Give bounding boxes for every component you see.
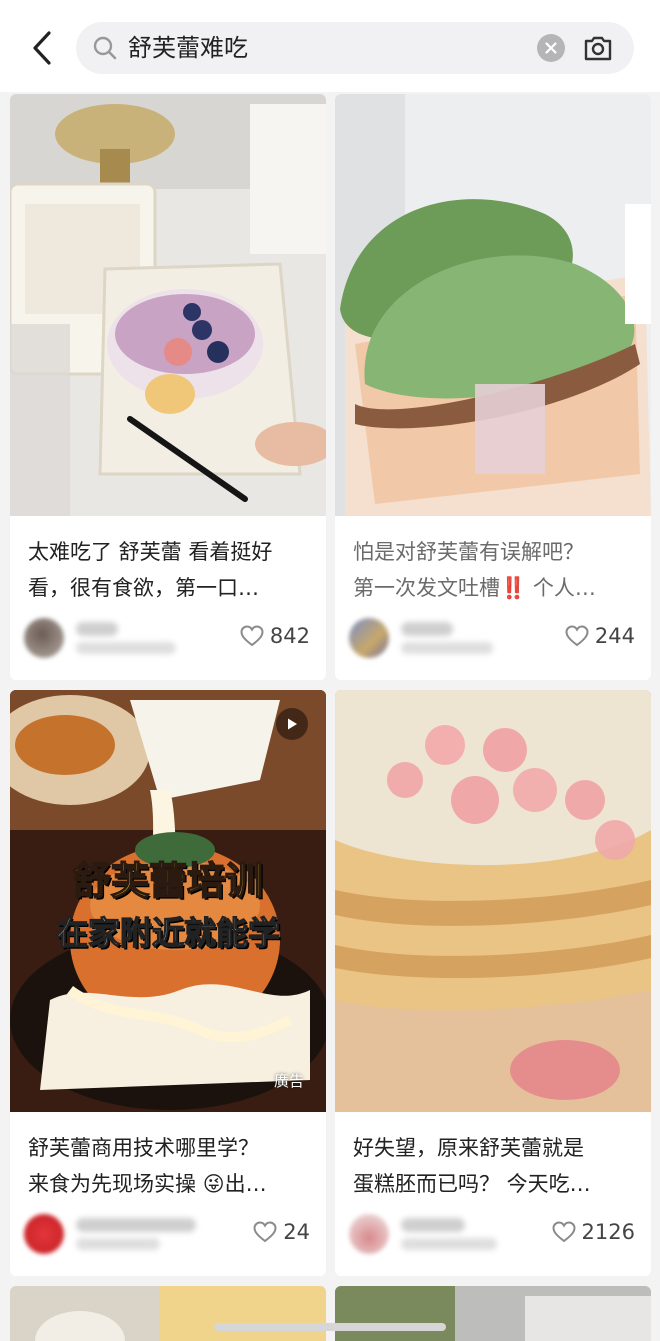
post-photo (10, 1286, 326, 1341)
avatar (349, 1214, 389, 1254)
heart-icon (552, 1221, 576, 1243)
ad-label: 廣告 (273, 1072, 304, 1090)
post-photo (335, 1286, 651, 1341)
post-card-6[interactable] (335, 1286, 651, 1341)
search-bar[interactable]: 舒芙蕾难吃 (76, 22, 634, 74)
like-count: 842 (269, 624, 310, 648)
like-button[interactable]: 24 (253, 1220, 310, 1244)
post-meta: 24 (24, 1212, 310, 1258)
avatar (24, 618, 64, 658)
author-name (401, 1218, 465, 1232)
ad-overlay-title: 舒芙蕾培训 (72, 858, 264, 904)
author-name (76, 1218, 196, 1232)
post-card-4[interactable]: 好失望，原来舒芙蕾就是 蛋糕胚而已吗？ 今天吃… 2126 (335, 690, 651, 1276)
post-photo (335, 690, 651, 1112)
ad-overlay-subtitle: 在家附近就能学 (55, 913, 280, 952)
heart-icon (565, 625, 589, 647)
like-button[interactable]: 2126 (552, 1220, 635, 1244)
search-input[interactable]: 舒芙蕾难吃 (128, 33, 248, 63)
like-count: 244 (594, 624, 635, 648)
camera-icon[interactable] (582, 33, 614, 63)
post-meta: 2126 (349, 1212, 635, 1258)
close-icon (545, 42, 557, 54)
post-card-3-ad[interactable]: 舒芙蕾培训 在家附近就能学 廣告 舒芙蕾商用技术哪里学？ 来食为先现场实操 😜出… (10, 690, 326, 1276)
post-card-5[interactable] (10, 1286, 326, 1341)
avatar (24, 1214, 64, 1254)
post-photo (10, 94, 326, 516)
post-title: 好失望，原来舒芙蕾就是 蛋糕胚而已吗？ 今天吃… (353, 1136, 591, 1196)
clear-search-button[interactable] (537, 34, 565, 62)
post-card-2[interactable]: 怕是对舒芙蕾有误解吧？ 第一次发文吐槽‼️ 个人… 244 (335, 94, 651, 680)
post-title: 太难吃了 舒芙蕾 看着挺好 看，很有食欲，第一口… (28, 540, 273, 600)
avatar (349, 618, 389, 658)
post-meta: 244 (349, 616, 635, 662)
home-indicator[interactable] (214, 1323, 446, 1331)
post-card-1[interactable]: 太难吃了 舒芙蕾 看着挺好 看，很有食欲，第一口… 842 (10, 94, 326, 680)
like-count: 2126 (581, 1220, 635, 1244)
winking-tongue-emoji-icon: 😜 (202, 1172, 225, 1196)
chevron-left-icon (33, 31, 51, 65)
post-title: 舒芙蕾商用技术哪里学？ 来食为先现场实操 😜出… (28, 1136, 267, 1196)
post-title: 怕是对舒芙蕾有误解吧？ 第一次发文吐槽‼️ 个人… (353, 540, 596, 600)
like-count: 24 (283, 1220, 310, 1244)
search-icon (93, 36, 117, 60)
heart-icon (253, 1221, 277, 1243)
back-button[interactable] (22, 26, 62, 70)
author-name (401, 622, 453, 636)
top-bar: 舒芙蕾难吃 (0, 0, 660, 92)
author-name (76, 622, 118, 636)
play-icon (276, 708, 308, 740)
like-button[interactable]: 842 (240, 624, 310, 648)
post-meta: 842 (24, 616, 310, 662)
post-photo (335, 94, 651, 516)
like-button[interactable]: 244 (565, 624, 635, 648)
heart-icon (240, 625, 264, 647)
warning-icon: ‼️ (500, 576, 527, 600)
